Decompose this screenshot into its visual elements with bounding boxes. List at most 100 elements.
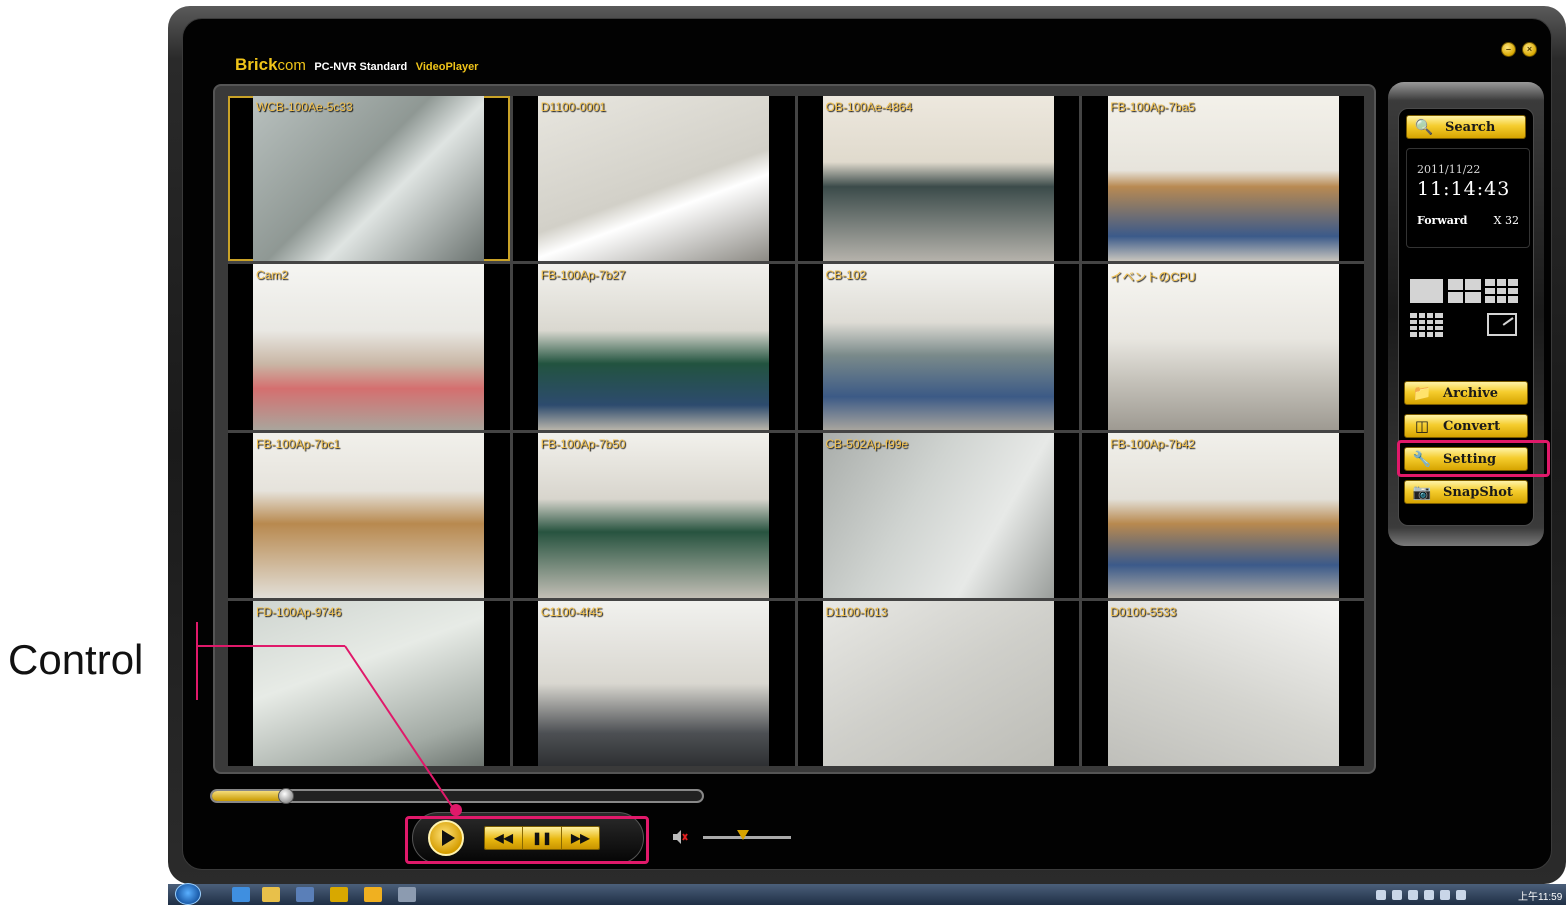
camera-label: D0100-5533: [1110, 604, 1177, 619]
camera-view[interactable]: FD-100Ap-9746: [228, 600, 510, 766]
video-grid: WCB-100Ae-5c33 D1100-0001 OB-100Ae-4864 …: [228, 96, 1364, 766]
volume-icon[interactable]: [1456, 890, 1466, 900]
tray-icon[interactable]: [1440, 890, 1450, 900]
snapshot-button[interactable]: 📷 SnapShot: [1404, 480, 1528, 504]
camera-label: CB-502Ap-f99e: [825, 436, 909, 451]
camera-view[interactable]: Cam2: [228, 264, 510, 430]
camera-view[interactable]: イベントのCPU: [1082, 264, 1364, 430]
camera-feed: [1107, 264, 1339, 430]
camera-view[interactable]: FB-100Ap-7ba5: [1082, 96, 1364, 262]
camera-feed: [822, 96, 1054, 262]
video-grid-panel: WCB-100Ae-5c33 D1100-0001 OB-100Ae-4864 …: [213, 84, 1376, 774]
app-taskbar-icon[interactable]: [398, 887, 416, 902]
taskbar-clock: 上午11:59: [1518, 892, 1563, 903]
playback-date: 2011/11/22: [1417, 163, 1481, 176]
camera-feed: [253, 432, 485, 598]
playback-time: 11:14:43: [1417, 178, 1511, 200]
mute-icon[interactable]: [672, 829, 688, 845]
layout-1x1-button[interactable]: [1410, 279, 1443, 303]
screenshot-stage: Brickcom PC-NVR Standard VideoPlayer – ×…: [0, 0, 1566, 905]
archive-button[interactable]: 📁 Archive: [1404, 381, 1528, 405]
camera-feed: [538, 432, 770, 598]
camera-feed: [1107, 600, 1339, 766]
camera-view[interactable]: OB-100Ae-4864: [797, 96, 1080, 262]
camera-view[interactable]: FB-100Ap-7b50: [512, 432, 795, 598]
camera-label: FB-100Ap-7b42: [1110, 436, 1195, 451]
camera-label: FB-100Ap-7bc1: [256, 436, 341, 451]
camera-view[interactable]: D1100-0001: [512, 96, 795, 262]
brand-rest: com: [277, 57, 306, 74]
camera-label: Cam2: [256, 268, 289, 283]
camera-view[interactable]: FB-100Ap-7b27: [512, 264, 795, 430]
archive-label: Archive: [1443, 385, 1499, 401]
camera-view[interactable]: WCB-100Ae-5c33: [228, 96, 510, 262]
search-icon: 🔍: [1414, 118, 1434, 136]
camera-label: WCB-100Ae-5c33: [256, 100, 353, 114]
product-name: PC-NVR Standard: [314, 61, 408, 73]
layout-4x4-button[interactable]: [1410, 313, 1443, 337]
app-taskbar-icon[interactable]: [296, 887, 314, 902]
grid-divider: [1410, 330, 1443, 332]
camera-view[interactable]: C1100-4f45: [512, 600, 795, 766]
playback-speed-row: Forward X 32: [1417, 214, 1519, 227]
grid-divider: [1485, 286, 1518, 288]
camera-view[interactable]: FB-100Ap-7b42: [1082, 432, 1364, 598]
fullscreen-icon: [1502, 317, 1514, 326]
brand-bold: Brick: [235, 55, 278, 74]
camera-view[interactable]: CB-102: [797, 264, 1080, 430]
camera-feed: [538, 600, 770, 766]
camera-view[interactable]: D0100-5533: [1082, 600, 1364, 766]
explorer-taskbar-icon[interactable]: [262, 887, 280, 902]
setting-highlight-box: [1397, 440, 1550, 477]
camera-label: CB-102: [825, 268, 867, 283]
camera-feed: [1107, 96, 1339, 262]
system-tray: [1376, 887, 1466, 903]
camera-label: C1100-4f45: [540, 604, 603, 619]
start-button[interactable]: [175, 883, 201, 905]
app-taskbar-icon[interactable]: [330, 887, 348, 902]
playback-time-display: 2011/11/22 11:14:43 Forward X 32: [1406, 148, 1530, 248]
minimize-button[interactable]: –: [1501, 42, 1516, 57]
grid-divider: [1495, 279, 1497, 303]
camera-view[interactable]: CB-502Ap-f99e: [797, 432, 1080, 598]
fullscreen-button[interactable]: [1487, 313, 1517, 336]
layout-3x3-button[interactable]: [1485, 279, 1518, 303]
grid-divider: [1448, 290, 1481, 292]
help-icon[interactable]: [1392, 890, 1402, 900]
player-name: VideoPlayer: [415, 61, 479, 73]
app-taskbar-icon[interactable]: [364, 887, 382, 902]
tray-icon[interactable]: [1408, 890, 1418, 900]
camera-icon: 📷: [1412, 483, 1432, 501]
camera-feed: [1107, 432, 1339, 598]
search-button[interactable]: 🔍 Search: [1406, 115, 1526, 139]
grid-divider: [1410, 324, 1443, 326]
camera-feed: [253, 96, 485, 262]
convert-icon: ◫: [1414, 417, 1430, 435]
camera-feed: [822, 264, 1054, 430]
tray-icon[interactable]: [1376, 890, 1386, 900]
camera-label: FB-100Ap-7b27: [540, 268, 626, 283]
seek-thumb[interactable]: [277, 788, 294, 804]
camera-label: FB-100Ap-7b50: [540, 436, 626, 451]
layout-2x2-button[interactable]: [1448, 279, 1481, 303]
browser-taskbar-icon[interactable]: [232, 887, 250, 902]
camera-label: FB-100Ap-7ba5: [1110, 100, 1195, 114]
search-label: Search: [1445, 119, 1496, 135]
volume-thumb[interactable]: [736, 830, 749, 840]
seek-progress: [212, 791, 286, 801]
camera-label: D1100-f013: [825, 604, 888, 619]
playback-direction: Forward: [1417, 214, 1468, 227]
network-icon[interactable]: [1424, 890, 1434, 900]
playback-speed: X 32: [1493, 214, 1519, 227]
grid-divider: [1410, 318, 1443, 320]
grid-divider: [1506, 279, 1508, 303]
camera-view[interactable]: FB-100Ap-7bc1: [228, 432, 510, 598]
close-button[interactable]: ×: [1522, 42, 1537, 57]
convert-button[interactable]: ◫ Convert: [1404, 414, 1528, 438]
camera-label: D1100-0001: [540, 100, 606, 114]
camera-feed: [253, 264, 485, 430]
camera-feed: [538, 264, 770, 430]
camera-label: イベントのCPU: [1110, 270, 1196, 285]
grid-divider: [1485, 294, 1518, 296]
camera-view[interactable]: D1100-f013: [797, 600, 1080, 766]
